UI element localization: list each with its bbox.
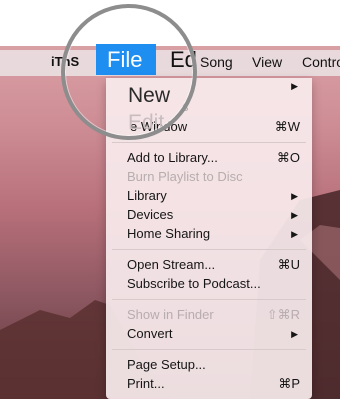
menu-separator [112,142,306,143]
menu-item-edit: Edit [128,111,165,134]
menu-item-home-sharing[interactable]: Home Sharing [127,226,210,241]
menu-edit[interactable]: Ed [170,47,197,73]
menu-separator [112,299,306,300]
shortcut-print: ⌘P [278,376,300,391]
menu-separator [112,349,306,350]
submenu-arrow-icon: ▶ [291,329,298,339]
submenu-arrow-icon: ▶ [291,229,298,239]
menu-item-add-to-library[interactable]: Add to Library... [127,150,218,165]
menu-controls[interactable]: Contro [302,54,340,70]
submenu-arrow-icon: ▶ [291,210,298,220]
menu-item-open-stream[interactable]: Open Stream... [127,257,215,272]
shortcut-show-in-finder: ⇧⌘R [266,307,300,322]
menu-item-library[interactable]: Library [127,188,167,203]
menu-item-burn-playlist: Burn Playlist to Disc [127,169,243,184]
menu-item-show-in-finder: Show in Finder [127,307,214,322]
menu-view[interactable]: View [252,54,282,70]
menu-file[interactable]: File [107,47,142,73]
ghost-text: s [182,99,189,114]
menu-item-print[interactable]: Print... [127,376,165,391]
menu-item-subscribe-podcast[interactable]: Subscribe to Podcast... [127,276,261,291]
menu-song[interactable]: Song [200,54,233,70]
shortcut-close-window: ⌘W [274,119,300,134]
shortcut-open-stream: ⌘U [277,257,300,272]
submenu-arrow-icon: ▶ [291,81,298,91]
menu-separator [112,249,306,250]
shortcut-add-to-library: ⌘O [276,150,300,165]
menu-app-name[interactable]: iTnS [51,54,79,69]
menu-item-convert[interactable]: Convert [127,326,173,341]
menu-item-page-setup[interactable]: Page Setup... [127,357,206,372]
menu-item-devices[interactable]: Devices [127,207,173,222]
menu-item-new[interactable]: New [128,84,170,108]
submenu-arrow-icon: ▶ [291,191,298,201]
